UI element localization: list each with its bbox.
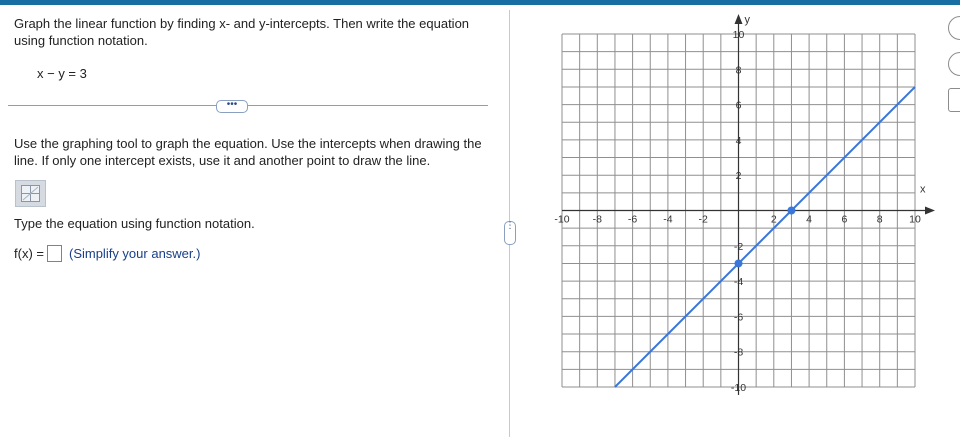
- y-tick-label: 8: [736, 64, 742, 76]
- tick-labels: -10 -8 -6 -4 -2 2 4 6 8 10 10 8 6 4 2 -2 -4 -6 -8 -10: [554, 29, 921, 394]
- y-tick-label: -10: [731, 382, 746, 394]
- y-tick-label: -6: [734, 311, 743, 323]
- x-tick-label: -10: [554, 214, 569, 226]
- x-tick-label: 10: [909, 214, 921, 226]
- y-tick-label: -8: [734, 347, 743, 359]
- y-tick-label: -2: [734, 241, 743, 253]
- axes: xy: [562, 14, 935, 395]
- more-options-button[interactable]: •••: [216, 100, 248, 113]
- graphing-tool-button[interactable]: [15, 180, 46, 207]
- x-tick-label: -8: [593, 214, 602, 226]
- y-tick-label: 6: [736, 100, 742, 112]
- x-axis-arrow: [925, 206, 935, 215]
- x-tick-label: -2: [699, 214, 708, 226]
- y-axis-arrow: [734, 14, 743, 24]
- graph-canvas[interactable]: xy -10 -8 -6 -4 -2 2 4 6 8 10108642-2-4-6-8-10: [545, 12, 945, 407]
- given-equation: x − y = 3: [37, 66, 87, 81]
- y-tick-label: 4: [736, 135, 742, 147]
- y-tick-label: 2: [736, 170, 742, 182]
- coordinate-graph[interactable]: xy -10 -8 -6 -4 -2 2 4 6 8 10 10 8 6 4 2 -2 -4 -6 -8 -10: [545, 12, 945, 412]
- x-tick-label: 4: [806, 214, 812, 226]
- graph-tool-panel[interactable]: [948, 88, 960, 112]
- graph-tool-icon: [21, 185, 40, 202]
- x-tick-label: 2: [771, 214, 777, 226]
- x-tick-label: -6: [628, 214, 637, 226]
- intercept-point: [787, 206, 796, 215]
- x-tick-label: -4: [663, 214, 672, 226]
- graphed-line: [614, 86, 916, 388]
- x-tick-label: 6: [841, 214, 847, 226]
- answer-row: f(x) = (Simplify your answer.): [14, 245, 200, 262]
- question-instructions: Graph the linear function by finding x- …: [14, 16, 470, 48]
- question-pane: Graph the linear function by finding x- …: [0, 5, 505, 437]
- type-instructions: Type the equation using function notatio…: [14, 216, 255, 231]
- pane-resize-handle[interactable]: ⋮: [504, 221, 516, 245]
- answer-input[interactable]: [46, 245, 62, 262]
- zoom-in-control[interactable]: [948, 16, 960, 40]
- intercept-point: [734, 259, 743, 268]
- function-line: [614, 86, 916, 388]
- zoom-out-control[interactable]: [948, 52, 960, 76]
- y-tick-label: -4: [734, 276, 743, 288]
- x-axis-label: x: [920, 184, 926, 196]
- section-divider: [8, 105, 488, 106]
- y-tick-label: 10: [733, 29, 745, 41]
- graph-instructions: Use the graphing tool to graph the equat…: [14, 136, 482, 168]
- answer-prefix: f(x) =: [14, 246, 44, 261]
- y-axis-label: y: [745, 14, 751, 26]
- x-tick-label: 8: [877, 214, 883, 226]
- answer-hint: (Simplify your answer.): [68, 246, 201, 261]
